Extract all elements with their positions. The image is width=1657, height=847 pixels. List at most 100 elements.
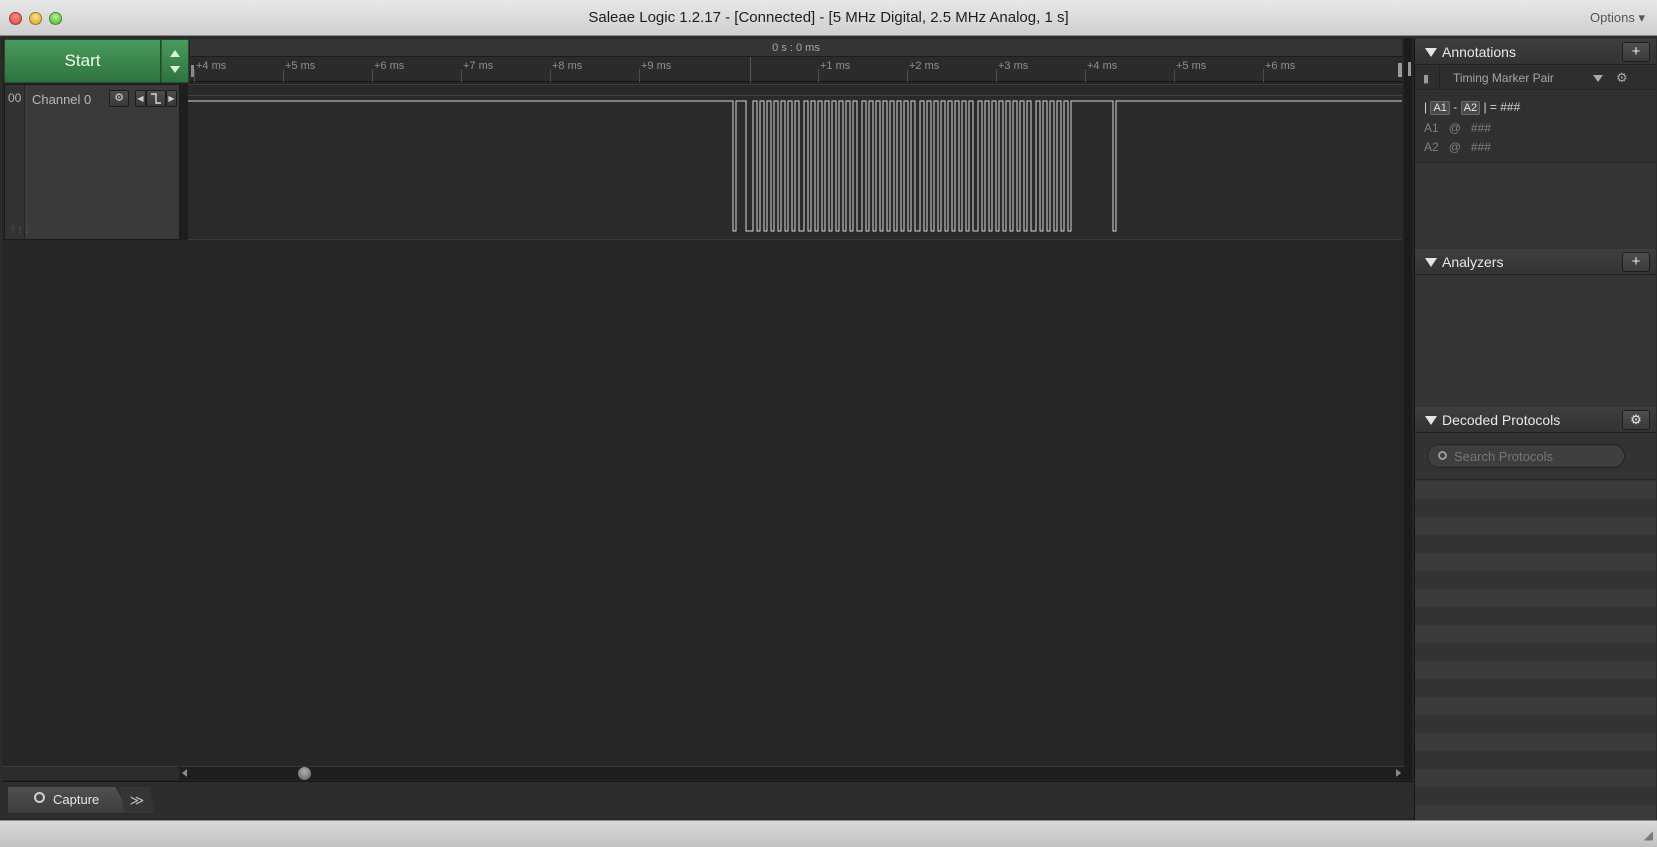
annotations-title: Annotations bbox=[1442, 44, 1516, 60]
ruler-tick: +5 ms bbox=[285, 60, 316, 72]
formula-equals: | = bbox=[1483, 100, 1497, 114]
search-area bbox=[1415, 434, 1656, 480]
time-ruler[interactable]: 0 s : 0 ms +4 ms +5 ms +6 ms +7 ms +8 ms… bbox=[190, 39, 1402, 82]
search-icon bbox=[1438, 451, 1447, 460]
more-tabs-button[interactable]: ≫ bbox=[120, 787, 154, 813]
ruler-tick-mark bbox=[907, 69, 908, 82]
collapse-triangle-icon[interactable] bbox=[1425, 416, 1437, 425]
ruler-tick-mark bbox=[818, 69, 819, 82]
dropdown-triangle-icon[interactable] bbox=[1593, 75, 1603, 82]
marker-type-label: Timing Marker Pair bbox=[1453, 71, 1554, 85]
app-window: Saleae Logic 1.2.17 - [Connected] - [5 M… bbox=[0, 0, 1657, 847]
collapse-triangle-icon[interactable] bbox=[1425, 258, 1437, 267]
waveform-area[interactable] bbox=[188, 84, 1402, 240]
trigger-button[interactable] bbox=[146, 90, 166, 107]
analyzers-title: Analyzers bbox=[1442, 254, 1504, 270]
at-sign: @ bbox=[1448, 121, 1461, 135]
formula-value: ### bbox=[1500, 100, 1521, 114]
gear-icon: ⚙ bbox=[1630, 412, 1642, 427]
formula-bar: | bbox=[1424, 100, 1428, 114]
ruler-zero-line bbox=[750, 57, 751, 82]
add-annotation-button[interactable]: + bbox=[1622, 42, 1650, 62]
splitter-handle[interactable] bbox=[1408, 62, 1411, 76]
search-input[interactable] bbox=[1454, 449, 1619, 464]
add-analyzer-button[interactable]: + bbox=[1622, 252, 1650, 272]
marker-a1-chip[interactable]: A1 bbox=[1430, 101, 1450, 115]
magnifier-icon bbox=[34, 792, 45, 803]
marker-label: A1 bbox=[1424, 121, 1439, 135]
horizontal-scrollbar[interactable] bbox=[180, 766, 1404, 780]
ruler-tick: +3 ms bbox=[998, 60, 1029, 72]
channel-divider bbox=[180, 84, 188, 240]
next-edge-button[interactable]: ▶ bbox=[166, 90, 177, 107]
capture-settings-button[interactable] bbox=[161, 39, 189, 83]
analyzers-list bbox=[1415, 276, 1656, 406]
channel-number: 00 bbox=[8, 91, 22, 105]
ruler-tick: +7 ms bbox=[463, 60, 494, 72]
collapse-triangle-icon[interactable] bbox=[1425, 48, 1437, 57]
previous-edge-button[interactable]: ◀ bbox=[135, 90, 146, 107]
drag-grip-icon[interactable]: ⋮⋮⋮ bbox=[9, 225, 31, 234]
scroll-right-icon[interactable] bbox=[1396, 769, 1401, 777]
marker-value: ### bbox=[1470, 140, 1491, 154]
marker-value: ### bbox=[1470, 121, 1491, 135]
arrow-up-icon bbox=[170, 50, 180, 57]
decoded-protocols-header[interactable]: Decoded Protocols ⚙ bbox=[1415, 407, 1656, 433]
channel-0-waveform bbox=[188, 100, 1402, 232]
ruler-tick: +6 ms bbox=[374, 60, 405, 72]
ruler-tick: +4 ms bbox=[1087, 60, 1118, 72]
ruler-tick: +9 ms bbox=[641, 60, 672, 72]
scroll-left-icon[interactable] bbox=[182, 769, 187, 777]
ruler-tick-mark bbox=[639, 69, 640, 82]
ruler-tick-mark bbox=[1174, 69, 1175, 82]
ruler-header: 0 s : 0 ms bbox=[190, 39, 1402, 57]
formula-minus: - bbox=[1453, 100, 1458, 114]
ruler-tick: +4 ms bbox=[196, 60, 227, 72]
marker-difference-line: | A1 - A2 | = ### bbox=[1424, 100, 1520, 115]
channel-number-column: 00 bbox=[5, 85, 25, 239]
ruler-tick-mark bbox=[461, 69, 462, 82]
annotations-header[interactable]: Annotations + bbox=[1415, 39, 1656, 65]
annotation-marker-row[interactable]: ▮ Timing Marker Pair ⚙ bbox=[1415, 66, 1656, 90]
ruler-tick-mark bbox=[996, 69, 997, 82]
scrollbar-thumb[interactable] bbox=[298, 767, 311, 780]
ruler-tick-mark bbox=[1263, 69, 1264, 82]
decoded-protocols-list bbox=[1415, 481, 1656, 820]
options-menu[interactable]: Options ▾ bbox=[1590, 10, 1645, 26]
digital-signal-trace bbox=[188, 100, 1402, 232]
decoded-protocols-settings-button[interactable]: ⚙ bbox=[1622, 410, 1650, 430]
sidebar-splitter[interactable] bbox=[1404, 38, 1412, 780]
falling-edge-icon bbox=[151, 93, 161, 104]
marker-a2-chip[interactable]: A2 bbox=[1460, 101, 1481, 115]
resize-grip-icon[interactable]: ◢ bbox=[1644, 828, 1653, 842]
ruler-tick-mark bbox=[1085, 69, 1086, 82]
tab-capture[interactable]: Capture bbox=[8, 787, 130, 813]
right-sidebar: Annotations + ▮ Timing Marker Pair ⚙ | A… bbox=[1414, 38, 1656, 820]
ruler-tick: +2 ms bbox=[909, 60, 940, 72]
channel-name[interactable]: Channel 0 bbox=[32, 92, 91, 107]
status-bar: ◢ bbox=[0, 820, 1657, 847]
channel-settings-button[interactable]: ⚙ bbox=[109, 90, 129, 107]
annotation-measurements: | A1 - A2 | = ### A1 @ ### A2 @ ### bbox=[1415, 91, 1656, 163]
pin-icon: ▮ bbox=[1423, 73, 1430, 85]
ruler-right-handle[interactable] bbox=[1398, 63, 1402, 77]
start-capture-button[interactable]: Start bbox=[4, 39, 161, 83]
tab-bar: Capture ≫ bbox=[2, 781, 1414, 818]
ruler-tick: +8 ms bbox=[552, 60, 583, 72]
window-title: Saleae Logic 1.2.17 - [Connected] - [5 M… bbox=[588, 9, 1069, 26]
ruler-tick: +6 ms bbox=[1265, 60, 1296, 72]
marker-label: A2 bbox=[1424, 140, 1439, 154]
ruler-tick-mark bbox=[283, 69, 284, 82]
title-bar: Saleae Logic 1.2.17 - [Connected] - [5 M… bbox=[0, 0, 1657, 36]
at-sign: @ bbox=[1448, 140, 1461, 154]
arrow-down-icon bbox=[170, 66, 180, 73]
ruler-tick-mark bbox=[550, 69, 551, 82]
gear-icon[interactable]: ⚙ bbox=[1616, 70, 1628, 86]
marker-a1-row: A1 @ ### bbox=[1424, 121, 1491, 135]
ruler-tick: +1 ms bbox=[820, 60, 851, 72]
search-protocols-field[interactable] bbox=[1427, 444, 1625, 468]
analyzers-header[interactable]: Analyzers + bbox=[1415, 249, 1656, 275]
annotations-empty-space bbox=[1415, 164, 1656, 248]
ruler-center-time: 0 s : 0 ms bbox=[772, 42, 820, 54]
channel-label-panel[interactable]: 00 Channel 0 ⚙ ◀ ▶ ⋮⋮⋮ bbox=[4, 84, 180, 240]
